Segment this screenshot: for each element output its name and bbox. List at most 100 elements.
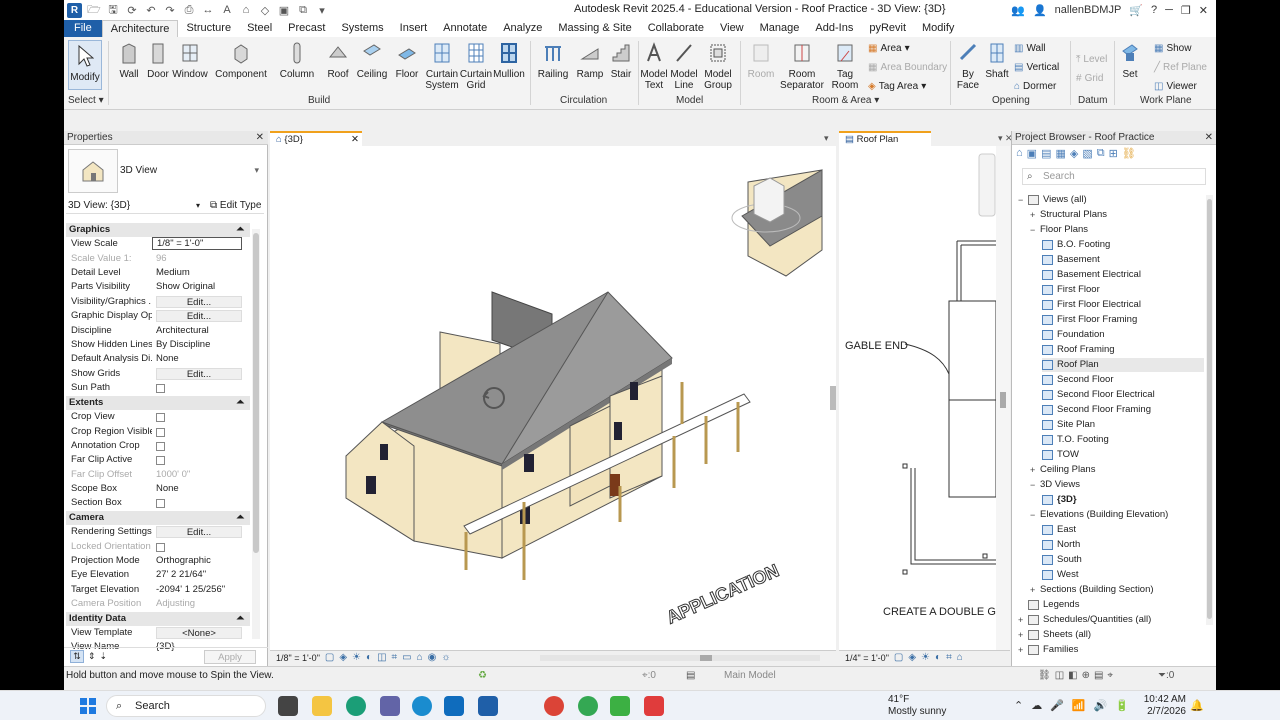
expand-toggle-icon[interactable]: + bbox=[1030, 208, 1040, 222]
customize-qat-icon[interactable]: ▾ bbox=[315, 4, 329, 17]
dormer-button[interactable]: ⌂ Dormer bbox=[1014, 78, 1056, 94]
file-explorer-icon[interactable] bbox=[312, 696, 332, 716]
tab-massing-site[interactable]: Massing & Site bbox=[550, 20, 639, 37]
close-hidden-icon[interactable]: ▣ bbox=[277, 4, 291, 17]
3d-view-hscroll[interactable] bbox=[540, 655, 820, 661]
component-button[interactable]: Component bbox=[215, 40, 267, 80]
viewer-button[interactable]: ◫ Viewer bbox=[1154, 78, 1197, 94]
main-model-selector[interactable]: Main Model bbox=[724, 667, 776, 685]
reveal-icon[interactable]: ☼ bbox=[441, 651, 450, 665]
browser-item-basement-electrical[interactable]: Basement Electrical bbox=[1042, 268, 1204, 282]
3d-view-canvas[interactable]: APPLICATION bbox=[270, 146, 836, 650]
copilot-icon[interactable] bbox=[412, 696, 432, 716]
browser-item-second-floor-framing[interactable]: Second Floor Framing bbox=[1042, 403, 1204, 417]
edit-button[interactable]: Edit... bbox=[156, 310, 242, 322]
sort-icon[interactable]: ⇕ bbox=[88, 651, 96, 662]
browser-item-tow[interactable]: TOW bbox=[1042, 448, 1204, 462]
restore-button[interactable]: ❐ bbox=[1181, 4, 1191, 17]
section-identity[interactable]: Identity Data ⏶ bbox=[66, 612, 250, 626]
undo-icon[interactable]: ↶ bbox=[144, 4, 158, 17]
rp-crop-icon[interactable]: ⌗ bbox=[946, 651, 952, 665]
tab-modify[interactable]: Modify bbox=[914, 20, 962, 37]
roof-button[interactable]: Roof bbox=[326, 40, 350, 80]
browser-item-sections-building-section[interactable]: + Sections (Building Section) bbox=[1030, 583, 1204, 597]
visual-style-icon[interactable]: ◈ bbox=[339, 651, 347, 665]
tab-architecture[interactable]: Architecture bbox=[101, 20, 179, 37]
sun-icon[interactable]: ☀ bbox=[352, 651, 361, 665]
temp-hide-icon[interactable]: ◉ bbox=[428, 651, 437, 665]
edit-button[interactable]: <None> bbox=[156, 627, 242, 639]
browser-item-3d-views[interactable]: −3D Views bbox=[1030, 478, 1204, 492]
redo-icon[interactable]: ↷ bbox=[163, 4, 177, 17]
ceiling-button[interactable]: Ceiling bbox=[356, 40, 388, 80]
browser-item-views-all[interactable]: − Views (all) bbox=[1018, 193, 1204, 207]
edit-button[interactable]: Edit... bbox=[156, 526, 242, 538]
crop-region-icon[interactable]: ▭ bbox=[402, 651, 411, 665]
expand-toggle-icon[interactable]: − bbox=[1018, 193, 1028, 207]
set-work-plane-button[interactable]: Set bbox=[1118, 40, 1142, 80]
3d-view-scale[interactable]: 1/8" = 1'-0" bbox=[276, 651, 320, 665]
browser-sheets-icon[interactable]: ▤ bbox=[1041, 147, 1051, 160]
sync-icon[interactable]: ⟳ bbox=[125, 4, 139, 17]
close-3d-tab-icon[interactable]: ✕ bbox=[351, 133, 359, 147]
tab-add-ins[interactable]: Add-Ins bbox=[807, 20, 861, 37]
measure-icon[interactable]: ↔ bbox=[201, 4, 215, 16]
browser-item-schedules-quantities-all[interactable]: + Schedules/Quantities (all) bbox=[1018, 613, 1204, 627]
door-button[interactable]: Door bbox=[146, 40, 170, 80]
user-name[interactable]: nallenBDMJP bbox=[1055, 4, 1122, 16]
select-dropdown[interactable]: Select ▾ bbox=[68, 95, 104, 106]
vertical-opening-button[interactable]: ▤ Vertical bbox=[1014, 59, 1059, 75]
print-icon[interactable]: ⎙ bbox=[182, 4, 196, 17]
room-button[interactable]: Room bbox=[746, 40, 776, 80]
browser-item-first-floor-framing[interactable]: First Floor Framing bbox=[1042, 313, 1204, 327]
ramp-button[interactable]: Ramp bbox=[576, 40, 604, 80]
outlook-icon[interactable] bbox=[444, 696, 464, 716]
expand-toggle-icon[interactable]: + bbox=[1018, 643, 1028, 657]
shaft-button[interactable]: Shaft bbox=[984, 40, 1010, 80]
tab-structure[interactable]: Structure bbox=[178, 20, 239, 37]
windows-start-icon[interactable] bbox=[80, 698, 96, 714]
browser-item-second-floor-electrical[interactable]: Second Floor Electrical bbox=[1042, 388, 1204, 402]
browser-links-icon[interactable]: ⧉ bbox=[1097, 147, 1105, 160]
browser-item-first-floor[interactable]: First Floor bbox=[1042, 283, 1204, 297]
tab-3d-view[interactable]: ⌂ {3D} ✕ bbox=[270, 131, 362, 146]
window-button[interactable]: Window bbox=[172, 40, 208, 80]
model-line-button[interactable]: Model Line bbox=[670, 40, 698, 91]
tab-annotate[interactable]: Annotate bbox=[435, 20, 495, 37]
crop-icon[interactable]: ⌗ bbox=[392, 651, 398, 665]
3d-view-vscroll[interactable] bbox=[830, 386, 836, 410]
rp-shadow-icon[interactable]: ◐ bbox=[935, 651, 941, 665]
sort-alpha-icon[interactable]: ⇣ bbox=[100, 651, 108, 662]
chrome-profile-icon[interactable] bbox=[578, 696, 598, 716]
browser-item-north[interactable]: North bbox=[1042, 538, 1204, 552]
clock[interactable]: 10:42 AM 2/7/2026 bbox=[1142, 694, 1186, 718]
opening-wall-button[interactable]: ▥ Wall bbox=[1014, 40, 1046, 56]
gable-end-note[interactable]: GABLE END bbox=[845, 340, 908, 352]
expand-toggle-icon[interactable]: + bbox=[1018, 628, 1028, 642]
edit-button[interactable]: Edit... bbox=[156, 368, 242, 380]
help-icon[interactable]: ? bbox=[1151, 4, 1157, 16]
checkbox[interactable] bbox=[156, 499, 165, 508]
revit-logo-icon[interactable]: R bbox=[67, 2, 82, 18]
checkbox[interactable] bbox=[156, 413, 165, 422]
mullion-button[interactable]: Mullion bbox=[493, 40, 525, 80]
tab-insert[interactable]: Insert bbox=[392, 20, 436, 37]
browser-item-sheets-all[interactable]: + Sheets (all) bbox=[1018, 628, 1204, 642]
browser-groups-icon[interactable]: ▧ bbox=[1082, 147, 1092, 160]
rp-style-icon[interactable]: ◈ bbox=[908, 651, 916, 665]
room-area-group-label[interactable]: Room & Area ▾ bbox=[812, 95, 879, 106]
browser-families-icon[interactable]: ◈ bbox=[1070, 147, 1078, 160]
3d-view-icon[interactable]: ⌂ bbox=[239, 4, 253, 16]
browser-item-elevations-building-elevation[interactable]: − Elevations (Building Elevation) bbox=[1030, 508, 1204, 522]
edit-button[interactable]: Edit... bbox=[156, 296, 242, 308]
roof-plan-vscroll[interactable] bbox=[996, 146, 1010, 650]
expand-toggle-icon[interactable]: − bbox=[1030, 478, 1040, 492]
checkbox[interactable] bbox=[156, 442, 165, 451]
app-green-icon[interactable] bbox=[610, 696, 630, 716]
model-text-button[interactable]: Model Text bbox=[640, 40, 668, 91]
browser-item-roof-framing[interactable]: Roof Framing bbox=[1042, 343, 1204, 357]
cart-icon[interactable]: 🛒 bbox=[1129, 4, 1143, 17]
detail-level-icon[interactable]: ▢ bbox=[325, 651, 334, 665]
close-browser-icon[interactable]: ✕ bbox=[1205, 131, 1213, 145]
checkbox[interactable] bbox=[156, 543, 165, 552]
